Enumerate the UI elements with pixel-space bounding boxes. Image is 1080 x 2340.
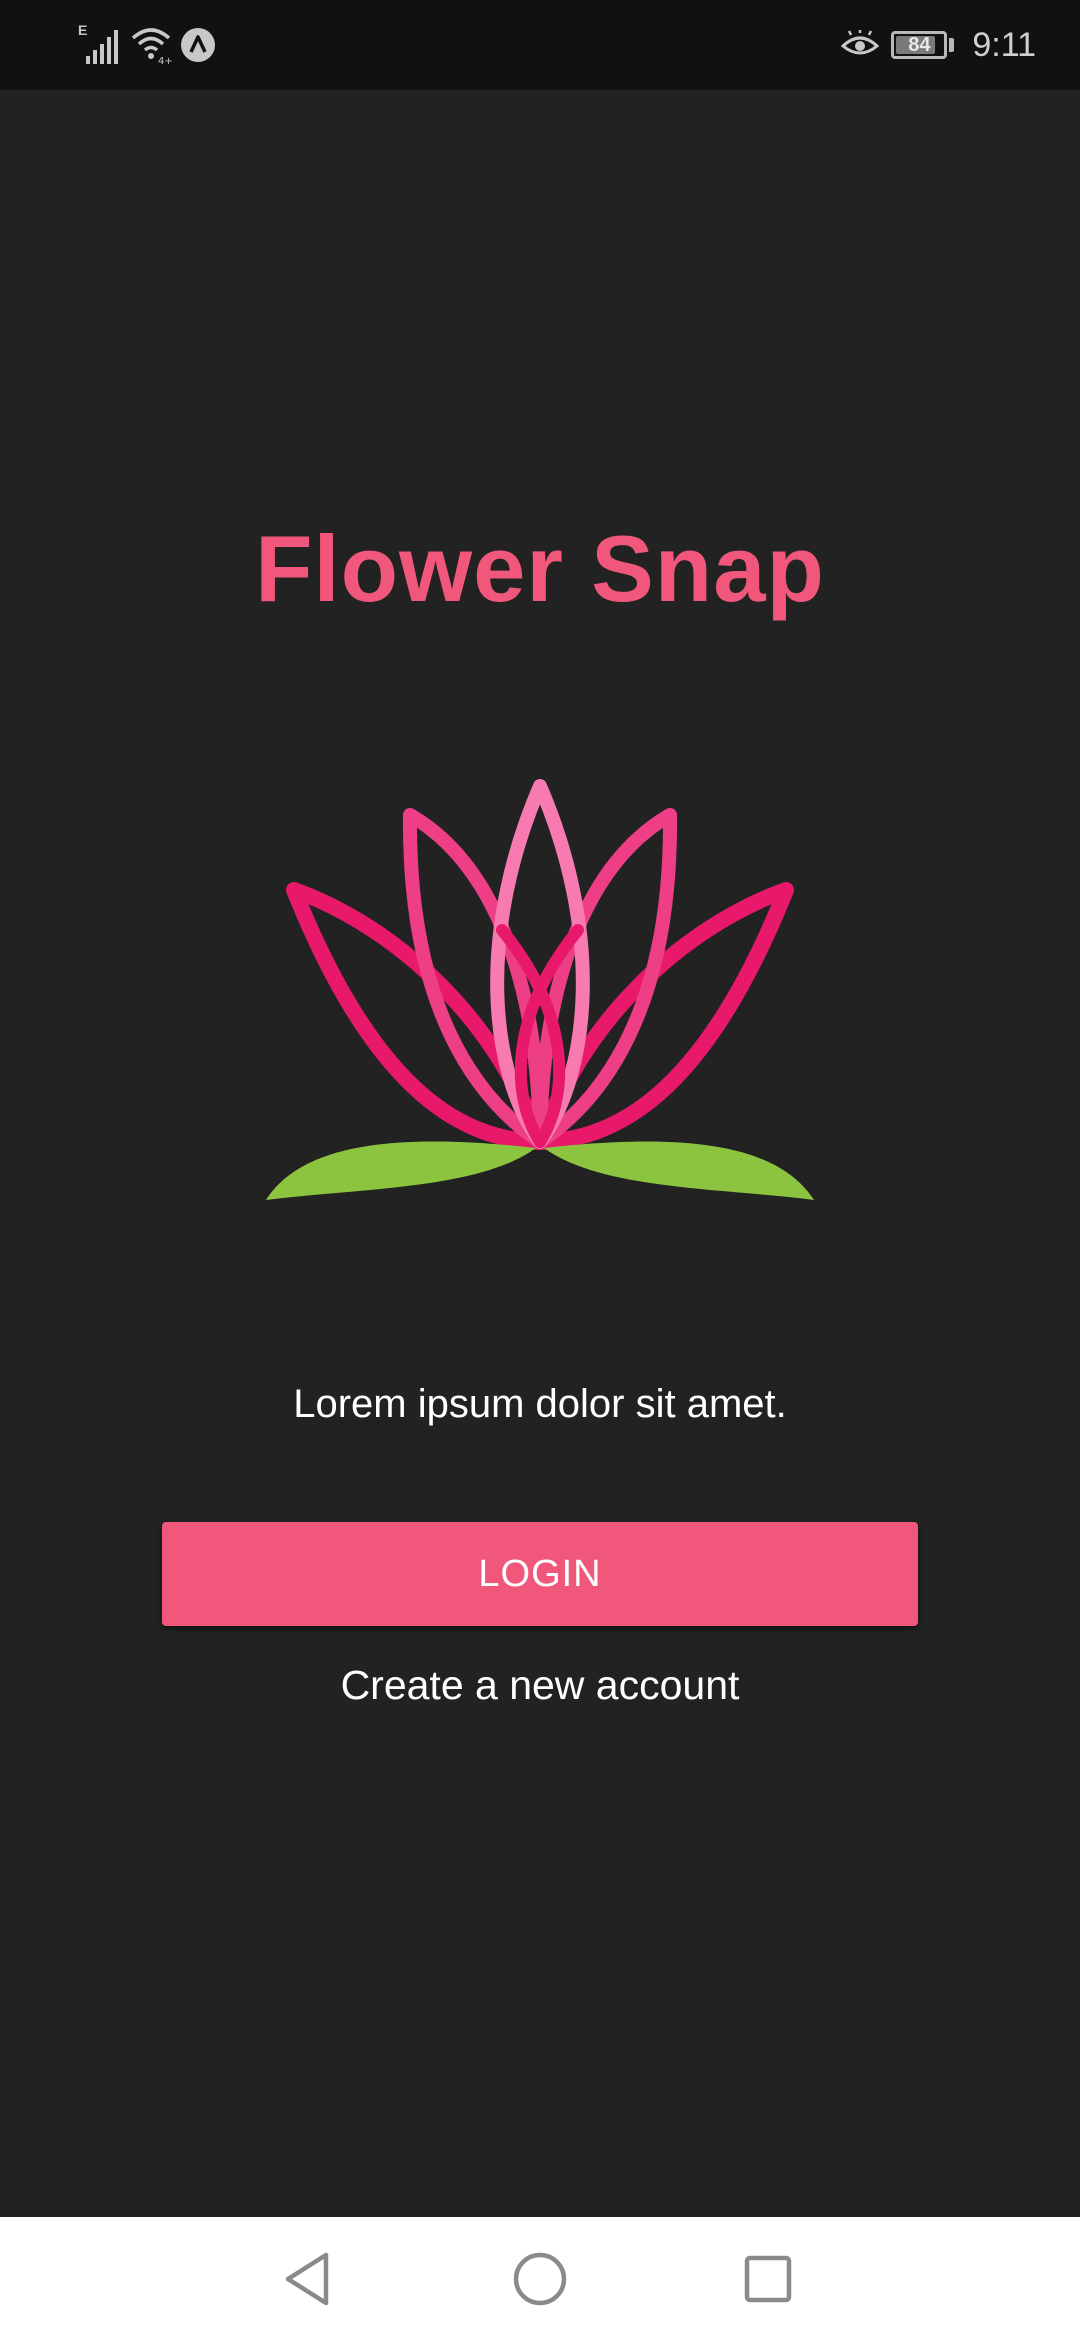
- app-notification-icon: [180, 27, 216, 63]
- back-button[interactable]: [274, 2245, 342, 2313]
- leaf-right: [544, 1141, 814, 1200]
- battery-level-text: 84: [908, 34, 931, 56]
- status-bar: E 4+ 84 9:11: [0, 0, 1080, 90]
- wifi-icon: 4+: [130, 24, 173, 67]
- home-button[interactable]: [506, 2245, 574, 2313]
- battery-cap: [949, 38, 955, 52]
- status-left: E 4+: [78, 22, 216, 67]
- svg-text:4+: 4+: [158, 56, 172, 66]
- lotus-logo: [266, 779, 814, 1200]
- login-screen: E 4+ 84 9:11 Flower Snap Lorem ipsum dol…: [0, 0, 1080, 2340]
- recents-button[interactable]: [734, 2245, 802, 2313]
- navigation-bar: [0, 2217, 1080, 2340]
- eye-comfort-icon: [841, 30, 880, 60]
- login-button[interactable]: LOGIN: [162, 1522, 918, 1626]
- network-type-label: E: [78, 22, 88, 38]
- recents-icon: [744, 2255, 792, 2303]
- signal-icon: E: [78, 22, 122, 66]
- home-icon: [513, 2252, 567, 2306]
- clock: 9:11: [972, 25, 1036, 64]
- app-title: Flower Snap: [255, 516, 825, 621]
- battery-icon: 84: [891, 31, 948, 59]
- status-right: 84 9:11: [841, 24, 1036, 66]
- create-account-link[interactable]: Create a new account: [0, 1662, 1080, 1709]
- tagline: Lorem ipsum dolor sit amet.: [293, 1382, 787, 1426]
- back-icon: [285, 2252, 329, 2306]
- leaf-left: [266, 1141, 536, 1200]
